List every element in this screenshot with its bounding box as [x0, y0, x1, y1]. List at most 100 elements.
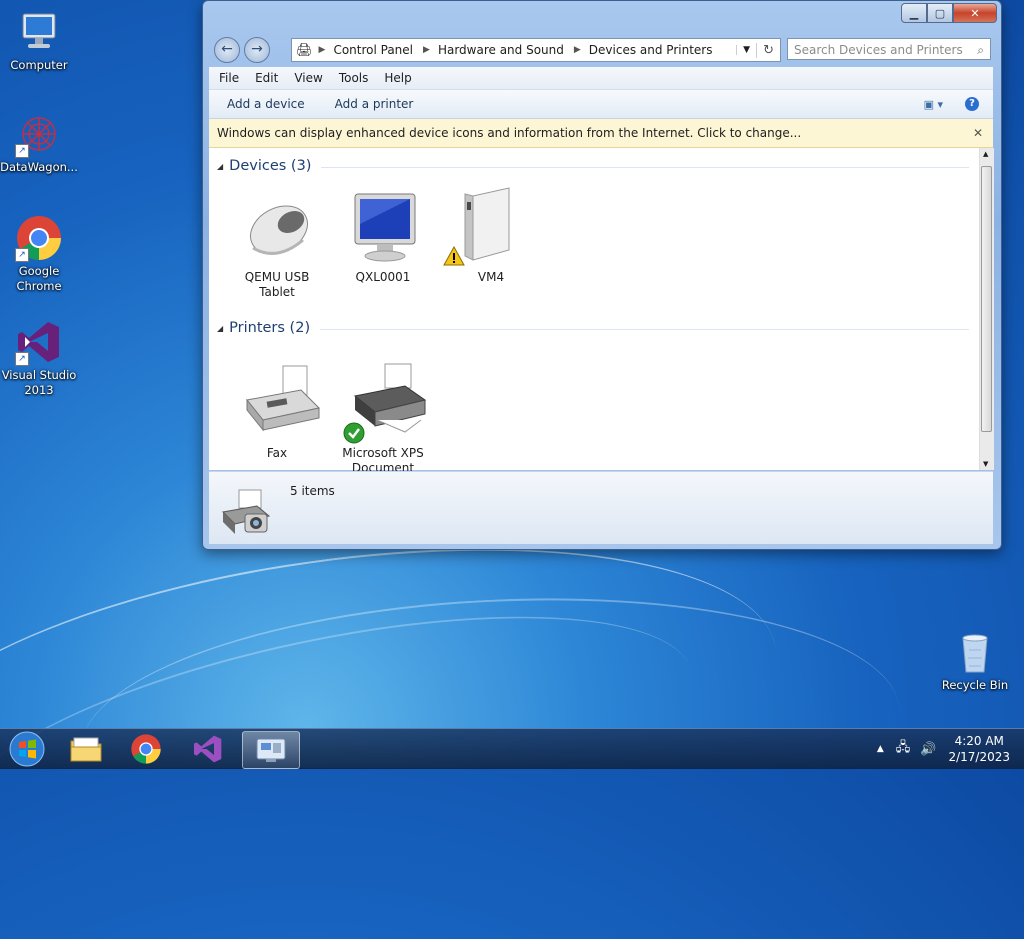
device-qemu-usb-tablet[interactable]: QEMU USB Tablet — [229, 184, 325, 300]
clock-date: 2/17/2023 — [948, 750, 1010, 764]
menu-edit[interactable]: Edit — [247, 71, 286, 85]
device-label: VM4 — [477, 270, 505, 284]
device-qxl0001[interactable]: QXL0001 — [335, 184, 431, 285]
refresh-icon[interactable]: ↻ — [756, 42, 780, 58]
shortcut-arrow-icon: ↗ — [15, 144, 29, 158]
device-label: QEMU USB Tablet — [244, 270, 310, 299]
taskbar-explorer[interactable] — [58, 731, 114, 767]
computer-tower-icon — [443, 184, 539, 270]
printer-icon — [335, 360, 431, 446]
search-placeholder: Search Devices and Printers — [794, 43, 963, 57]
maximize-icon: ▢ — [934, 6, 946, 20]
chevron-right-icon[interactable]: ▶ — [319, 45, 326, 55]
default-check-icon — [343, 422, 365, 444]
search-input[interactable]: Search Devices and Printers ⌕ — [787, 38, 991, 60]
printer-label: Fax — [266, 446, 288, 460]
breadcrumb-hardware-and-sound[interactable]: Hardware and Sound — [438, 43, 564, 57]
taskbar-visual-studio[interactable] — [180, 731, 236, 767]
desktop-icon-chrome[interactable]: ↗ Google Chrome — [0, 214, 78, 294]
add-device-button[interactable]: Add a device — [209, 97, 315, 111]
scroll-up-icon[interactable]: ▲ — [983, 150, 988, 158]
add-printer-button[interactable]: Add a printer — [315, 97, 424, 111]
taskbar: ▲ 🖧 🔊 4:20 AM 2/17/2023 — [0, 728, 1024, 769]
group-header-devices[interactable]: ◢ Devices (3) — [217, 158, 969, 174]
address-dropdown-icon[interactable]: ▼ — [736, 45, 756, 55]
collapse-triangle-icon[interactable]: ◢ — [217, 324, 223, 333]
printer-fax[interactable]: Fax — [229, 360, 325, 461]
computer-icon — [15, 8, 63, 56]
breadcrumb-devices-and-printers[interactable]: Devices and Printers — [589, 43, 713, 57]
close-button[interactable]: ✕ — [953, 3, 997, 23]
search-icon[interactable]: ⌕ — [977, 39, 984, 61]
menu-file[interactable]: File — [209, 71, 247, 85]
help-icon[interactable]: ? — [965, 97, 979, 111]
details-pane: 5 items — [209, 471, 993, 544]
system-tray: ▲ 🖧 🔊 4:20 AM 2/17/2023 — [877, 729, 1024, 769]
desktop-icon-visual-studio[interactable]: ↗ Visual Studio 2013 — [0, 318, 78, 398]
shortcut-arrow-icon: ↗ — [15, 352, 29, 366]
device-list: ◢ Devices (3) QEMU USB Tablet QXL0001 VM… — [209, 148, 979, 490]
datawagon-icon: ↗ — [15, 110, 63, 158]
device-vm4[interactable]: VM4 — [443, 184, 539, 285]
group-divider — [320, 328, 969, 330]
chevron-right-icon[interactable]: ▶ — [423, 45, 430, 55]
scrollbar-thumb[interactable] — [981, 166, 992, 432]
folder-icon — [70, 737, 102, 762]
desktop-icon-label: Visual Studio 2013 — [1, 368, 77, 397]
back-button[interactable]: ← — [214, 37, 240, 63]
desktop-icon-label: Google Chrome — [16, 264, 62, 293]
dismiss-icon[interactable]: ✕ — [973, 126, 983, 140]
warning-icon — [443, 246, 465, 266]
group-title: Devices (3) — [229, 158, 312, 174]
desktop-icon-datawagon[interactable]: ↗ DataWagon... — [0, 110, 78, 175]
navigation-row: ← → 🖨 ▶ Control Panel ▶ Hardware and Sou… — [211, 35, 993, 63]
chevron-right-icon[interactable]: ▶ — [574, 45, 581, 55]
menu-help[interactable]: Help — [376, 71, 419, 85]
vertical-scrollbar[interactable]: ▲ ▼ — [979, 148, 994, 470]
windows-logo-icon — [9, 731, 45, 767]
forward-button[interactable]: → — [244, 37, 270, 63]
change-view-icon[interactable]: ▣ ▾ — [924, 98, 943, 111]
show-hidden-icons-icon[interactable]: ▲ — [877, 744, 884, 754]
clock-time: 4:20 AM — [954, 734, 1004, 748]
network-icon[interactable]: 🖧 — [896, 738, 911, 760]
monitor-icon — [335, 184, 431, 270]
minimize-button[interactable]: ▁ — [901, 3, 927, 23]
start-button[interactable] — [0, 731, 54, 767]
menu-view[interactable]: View — [286, 71, 330, 85]
group-header-printers[interactable]: ◢ Printers (2) — [217, 320, 969, 336]
menu-tools[interactable]: Tools — [331, 71, 377, 85]
close-icon: ✕ — [970, 6, 980, 20]
volume-icon[interactable]: 🔊 — [920, 742, 936, 757]
minimize-icon: ▁ — [909, 6, 919, 20]
desktop-icon-label: Recycle Bin — [941, 678, 1009, 692]
recycle-bin-icon — [951, 628, 999, 676]
clock[interactable]: 4:20 AM 2/17/2023 — [948, 733, 1010, 765]
desktop-icon-label: Computer — [10, 58, 68, 72]
mouse-icon — [229, 184, 325, 270]
device-label: QXL0001 — [355, 270, 411, 284]
desktop-icon-recycle-bin[interactable]: Recycle Bin — [936, 628, 1014, 693]
fax-icon — [229, 360, 325, 446]
scroll-down-icon[interactable]: ▼ — [983, 460, 988, 468]
taskbar-devices-and-printers[interactable] — [242, 731, 300, 769]
caption-buttons: ▁ ▢ ✕ — [901, 3, 997, 23]
address-bar[interactable]: 🖨 ▶ Control Panel ▶ Hardware and Sound ▶… — [291, 38, 781, 62]
maximize-button[interactable]: ▢ — [927, 3, 953, 23]
visual-studio-icon — [194, 735, 222, 763]
group-title: Printers (2) — [229, 320, 311, 336]
breadcrumb-control-panel[interactable]: Control Panel — [333, 43, 413, 57]
group-divider — [321, 166, 969, 168]
chrome-icon: ↗ — [15, 214, 63, 262]
desktop-icon-computer[interactable]: Computer — [0, 8, 78, 73]
devices-printers-icon — [219, 486, 275, 541]
forward-arrow-icon: → — [251, 41, 263, 57]
item-count: 5 items — [290, 484, 335, 498]
shortcut-arrow-icon: ↗ — [15, 248, 29, 262]
chrome-icon — [131, 734, 161, 764]
info-bar[interactable]: Windows can display enhanced device icon… — [209, 119, 993, 148]
info-bar-text[interactable]: Windows can display enhanced device icon… — [209, 126, 801, 140]
taskbar-chrome[interactable] — [118, 731, 174, 767]
command-bar: Add a device Add a printer ▣ ▾ ? — [209, 90, 993, 119]
collapse-triangle-icon[interactable]: ◢ — [217, 162, 223, 171]
